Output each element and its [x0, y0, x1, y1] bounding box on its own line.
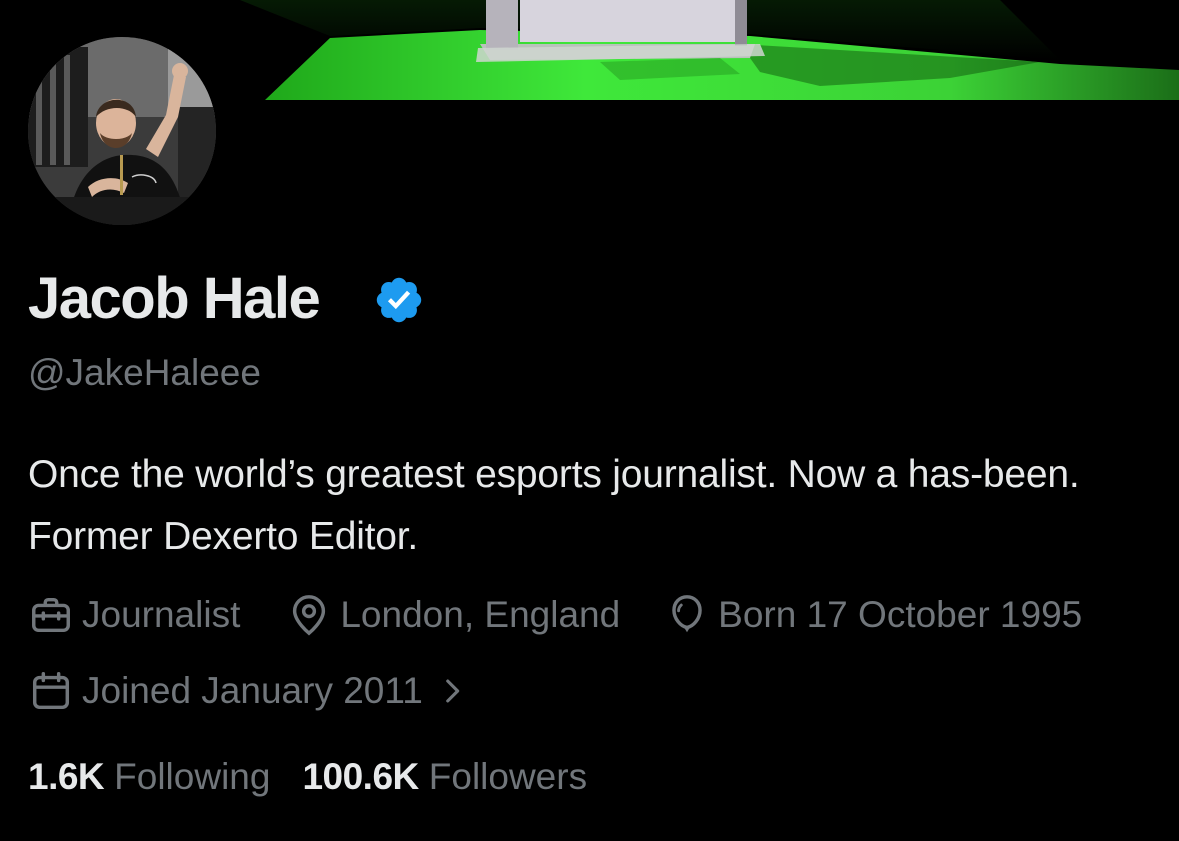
display-name: Jacob Hale [28, 266, 321, 331]
profile-bio: Once the world’s greatest esports journa… [28, 453, 1080, 558]
profile-meta-row: Journalist London, England Born 17 Octob… [28, 590, 1082, 640]
birthday-label: Born 17 October 1995 [718, 594, 1083, 635]
joined-label: Joined January 2011 [82, 670, 423, 711]
avatar-ring [19, 28, 225, 234]
chevron-right-icon[interactable] [435, 674, 469, 708]
follow-stats: 1.6K Following 100.6K Followers [28, 752, 587, 802]
joined-item[interactable]: Joined January 2011 [28, 668, 469, 714]
location-item: London, England [286, 592, 620, 638]
followers-link[interactable]: 100.6K Followers [302, 756, 587, 798]
avatar[interactable] [28, 37, 216, 225]
following-count: 1.6K [28, 756, 105, 797]
profession-item: Journalist [28, 592, 240, 638]
following-label: Following [114, 756, 271, 797]
verified-badge-icon[interactable] [373, 274, 425, 326]
profession-label: Journalist [82, 594, 241, 635]
avatar-photo [28, 37, 216, 225]
followers-label: Followers [428, 756, 588, 797]
location-pin-icon [293, 595, 326, 636]
calendar-icon [32, 672, 70, 710]
user-handle: @JakeHaleee [28, 352, 261, 393]
following-link[interactable]: 1.6K Following [28, 756, 270, 798]
followers-count: 100.6K [302, 756, 419, 797]
location-label: London, England [340, 594, 621, 635]
briefcase-icon [32, 597, 70, 633]
profile-meta-row-joined[interactable]: Joined January 2011 [28, 666, 469, 716]
balloon-icon [672, 595, 702, 633]
birthday-item: Born 17 October 1995 [664, 592, 1082, 638]
